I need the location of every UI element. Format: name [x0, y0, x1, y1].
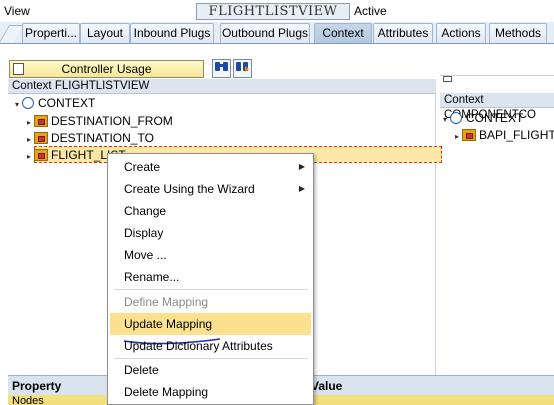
context-node-icon: [462, 129, 476, 141]
status-text: Active: [354, 4, 387, 18]
menu-item-update-mapping[interactable]: Update Mapping: [110, 313, 311, 335]
context-node-icon: [34, 149, 48, 161]
binoculars-icon[interactable]: [212, 59, 231, 78]
tab-strip-start: [0, 25, 24, 43]
menu-item-create[interactable]: Create ▶: [110, 156, 311, 178]
collapse-arrow-icon[interactable]: ▾: [440, 111, 450, 129]
menu-item-change[interactable]: Change: [110, 200, 311, 222]
tree-node-bapi-flight[interactable]: ▸ BAPI_FLIGHT_: [452, 126, 554, 144]
value-column-header: Value: [311, 379, 343, 393]
context-node-icon: [34, 115, 48, 127]
menu-item-display[interactable]: Display: [110, 222, 311, 244]
tab-outbound-plugs[interactable]: Outbound Plugs: [220, 23, 310, 43]
context-menu: Create ▶ Create Using the Wizard ▶ Chang…: [107, 153, 314, 405]
menu-item-label: Create Using the Wizard: [124, 182, 255, 196]
document-icon: [13, 63, 24, 75]
tree-node-label: DESTINATION_FROM: [51, 114, 173, 128]
tab-strip: Properti... Layout Inbound Plugs Outboun…: [0, 22, 554, 44]
context-root-icon: [450, 112, 462, 124]
collapse-arrow-icon[interactable]: ▾: [12, 96, 22, 114]
tree-root-label: CONTEXT: [38, 96, 96, 110]
controller-usage-label: Controller Usage: [61, 62, 152, 76]
document-icon: [443, 76, 452, 82]
tree-root-context[interactable]: ▾ CONTEXT: [440, 109, 523, 127]
menu-item-delete[interactable]: Delete: [110, 359, 311, 381]
context-node-icon: [34, 132, 48, 144]
context-root-icon: [22, 97, 34, 109]
tree-root-context[interactable]: ▾ CONTEXT: [12, 94, 95, 112]
tree-node-label: DESTINATION_TO: [51, 131, 154, 145]
tab-context[interactable]: Context: [314, 23, 372, 43]
menu-separator: [114, 289, 308, 290]
menu-item-move[interactable]: Move ...: [110, 244, 311, 266]
submenu-arrow-icon: ▶: [298, 184, 305, 193]
menu-item-update-dictionary-attributes[interactable]: Update Dictionary Attributes: [110, 335, 311, 357]
tab-inbound-plugs[interactable]: Inbound Plugs: [130, 23, 214, 43]
expand-arrow-icon[interactable]: ▸: [452, 128, 462, 146]
view-name-field: FLIGHTLISTVIEW: [196, 3, 350, 20]
menu-item-rename[interactable]: Rename...: [110, 266, 311, 288]
tree-root-label: CONTEXT: [466, 111, 524, 125]
tree-node-destination-to[interactable]: ▸ DESTINATION_TO: [24, 129, 154, 147]
property-column-header: Property: [12, 379, 62, 393]
tab-methods[interactable]: Methods: [489, 23, 547, 43]
right-panel-toolbar: [440, 75, 554, 83]
expand-arrow-icon[interactable]: ▸: [24, 148, 34, 166]
menu-item-label: Create: [124, 160, 161, 174]
tab-properties[interactable]: Properti...: [22, 23, 80, 43]
view-label: View: [4, 4, 30, 18]
tree-node-label: BAPI_FLIGHT_: [479, 128, 554, 142]
component-context-title: Context COMPONENTCO: [440, 93, 554, 121]
view-context-title: Context FLIGHTLISTVIEW: [8, 79, 436, 94]
component-context-panel: Context COMPONENTCO ▾ CONTEXT ▸ BAPI_FLIGH…: [440, 93, 554, 383]
tab-layout[interactable]: Layout: [80, 23, 130, 43]
controller-usage-button[interactable]: Controller Usage: [9, 60, 204, 78]
menu-item-define-mapping: Define Mapping: [124, 295, 209, 309]
menu-item-create-using-wizard[interactable]: Create Using the Wizard ▶: [110, 178, 311, 200]
find-next-icon[interactable]: [233, 59, 252, 78]
tab-actions[interactable]: Actions: [436, 23, 486, 43]
menu-item-delete-mapping[interactable]: Delete Mapping: [110, 381, 311, 403]
submenu-arrow-icon: ▶: [298, 162, 305, 171]
tab-attributes[interactable]: Attributes: [373, 23, 433, 43]
tree-node-destination-from[interactable]: ▸ DESTINATION_FROM: [24, 112, 173, 130]
